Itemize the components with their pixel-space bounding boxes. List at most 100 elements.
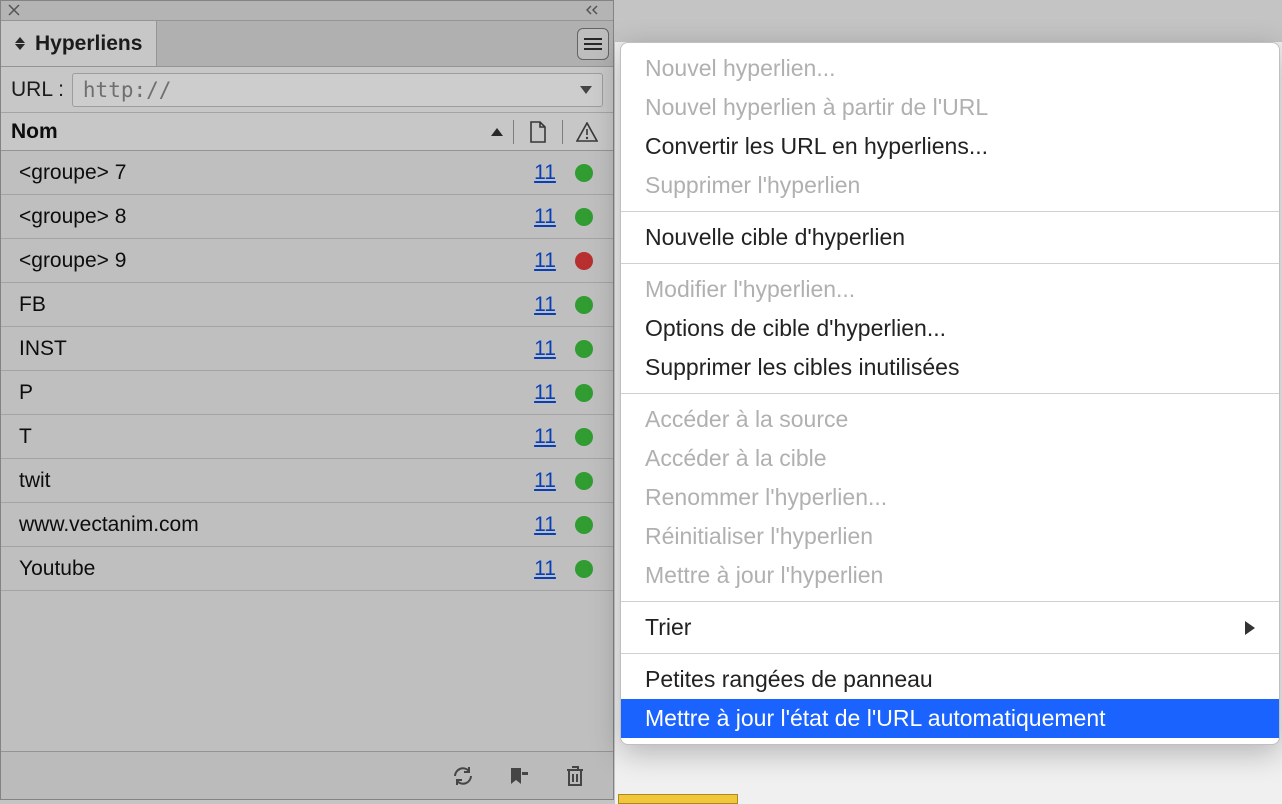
row-name: <groupe> 8: [19, 205, 523, 229]
menu-item-label: Renommer l'hyperlien...: [645, 484, 887, 511]
menu-item-label: Nouvelle cible d'hyperlien: [645, 224, 905, 251]
row-name: <groupe> 7: [19, 161, 523, 185]
row-count-link[interactable]: 11: [523, 381, 567, 405]
table-header: Nom: [1, 113, 613, 151]
status-dot: [575, 384, 593, 402]
panel-footer: [1, 751, 613, 799]
table-row[interactable]: T11: [1, 415, 613, 459]
status-dot: [575, 472, 593, 490]
menu-item-label: Convertir les URL en hyperliens...: [645, 133, 988, 160]
row-count-link[interactable]: 11: [523, 469, 567, 493]
menu-item[interactable]: Trier: [621, 608, 1279, 647]
status-dot: [575, 252, 593, 270]
header-status-icon[interactable]: [573, 122, 601, 142]
panel-titlebar: [1, 1, 613, 21]
close-icon[interactable]: [7, 3, 21, 17]
hyperlinks-panel: Hyperliens URL : http:// Nom <groupe> 71…: [0, 0, 614, 800]
menu-item: Modifier l'hyperlien...: [621, 270, 1279, 309]
menu-item-label: Petites rangées de panneau: [645, 666, 933, 693]
row-count-link[interactable]: 11: [523, 205, 567, 229]
menu-item-label: Supprimer l'hyperlien: [645, 172, 860, 199]
status-dot: [575, 208, 593, 226]
menu-item-label: Mettre à jour l'état de l'URL automatiqu…: [645, 705, 1106, 732]
bookmark-button[interactable]: [505, 762, 533, 790]
table-row[interactable]: twit11: [1, 459, 613, 503]
table-row[interactable]: <groupe> 911: [1, 239, 613, 283]
chevron-down-icon: [580, 86, 592, 94]
status-dot: [575, 560, 593, 578]
menu-item: Nouvel hyperlien à partir de l'URL: [621, 88, 1279, 127]
url-dropdown[interactable]: http://: [72, 73, 603, 107]
gold-strip: [618, 794, 738, 804]
menu-item: Nouvel hyperlien...: [621, 49, 1279, 88]
row-name: www.vectanim.com: [19, 513, 523, 537]
collapse-icon[interactable]: [585, 3, 607, 17]
context-menu: Nouvel hyperlien... Nouvel hyperlien à pa…: [620, 42, 1280, 745]
table-row[interactable]: FB11: [1, 283, 613, 327]
menu-item-label: Options de cible d'hyperlien...: [645, 315, 946, 342]
menu-separator: [621, 601, 1279, 602]
menu-item-label: Nouvel hyperlien...: [645, 55, 836, 82]
row-count-link[interactable]: 11: [523, 337, 567, 361]
sort-arrows-icon: [15, 34, 27, 54]
status-dot: [575, 296, 593, 314]
menu-separator: [621, 653, 1279, 654]
submenu-arrow-icon: [1245, 621, 1255, 635]
menu-item-label: Modifier l'hyperlien...: [645, 276, 855, 303]
row-count-link[interactable]: 11: [523, 293, 567, 317]
menu-item[interactable]: Petites rangées de panneau: [621, 660, 1279, 699]
menu-item: Supprimer l'hyperlien: [621, 166, 1279, 205]
tab-hyperlinks[interactable]: Hyperliens: [1, 21, 157, 66]
menu-item-label: Réinitialiser l'hyperlien: [645, 523, 873, 550]
url-placeholder: http://: [83, 78, 172, 102]
menu-item-label: Trier: [645, 614, 691, 641]
table-row[interactable]: <groupe> 711: [1, 151, 613, 195]
row-name: T: [19, 425, 523, 449]
menu-item[interactable]: Mettre à jour l'état de l'URL automatiqu…: [621, 699, 1279, 738]
tab-label: Hyperliens: [35, 32, 142, 56]
row-count-link[interactable]: 11: [523, 513, 567, 537]
table-row[interactable]: P11: [1, 371, 613, 415]
url-label: URL :: [11, 78, 64, 102]
refresh-button[interactable]: [449, 762, 477, 790]
row-count-link[interactable]: 11: [523, 425, 567, 449]
row-name: <groupe> 9: [19, 249, 523, 273]
row-count-link[interactable]: 11: [523, 161, 567, 185]
table-row[interactable]: INST11: [1, 327, 613, 371]
table-row[interactable]: Youtube11: [1, 547, 613, 591]
status-dot: [575, 428, 593, 446]
sort-ascending-icon: [491, 128, 503, 136]
url-row: URL : http://: [1, 67, 613, 113]
menu-item[interactable]: Nouvelle cible d'hyperlien: [621, 218, 1279, 257]
menu-item: Accéder à la cible: [621, 439, 1279, 478]
menu-separator: [621, 393, 1279, 394]
menu-separator: [621, 211, 1279, 212]
status-dot: [575, 340, 593, 358]
menu-item: Accéder à la source: [621, 400, 1279, 439]
menu-item: Réinitialiser l'hyperlien: [621, 517, 1279, 556]
table-row[interactable]: www.vectanim.com11: [1, 503, 613, 547]
row-name: FB: [19, 293, 523, 317]
menu-item[interactable]: Options de cible d'hyperlien...: [621, 309, 1279, 348]
row-name: P: [19, 381, 523, 405]
menu-item[interactable]: Convertir les URL en hyperliens...: [621, 127, 1279, 166]
header-page-icon[interactable]: [524, 121, 552, 143]
row-name: Youtube: [19, 557, 523, 581]
delete-button[interactable]: [561, 762, 589, 790]
menu-item[interactable]: Supprimer les cibles inutilisées: [621, 348, 1279, 387]
menu-separator: [621, 263, 1279, 264]
header-name[interactable]: Nom: [11, 120, 58, 144]
row-count-link[interactable]: 11: [523, 557, 567, 581]
menu-item: Mettre à jour l'hyperlien: [621, 556, 1279, 595]
table-body: <groupe> 711<groupe> 811<groupe> 911FB11…: [1, 151, 613, 751]
status-dot: [575, 164, 593, 182]
row-count-link[interactable]: 11: [523, 249, 567, 273]
table-row[interactable]: <groupe> 811: [1, 195, 613, 239]
menu-item-label: Nouvel hyperlien à partir de l'URL: [645, 94, 988, 121]
menu-item: Renommer l'hyperlien...: [621, 478, 1279, 517]
panel-menu-button[interactable]: [577, 28, 609, 60]
tab-bar: Hyperliens: [1, 21, 613, 67]
menu-item-label: Accéder à la cible: [645, 445, 827, 472]
menu-item-label: Accéder à la source: [645, 406, 848, 433]
row-name: INST: [19, 337, 523, 361]
